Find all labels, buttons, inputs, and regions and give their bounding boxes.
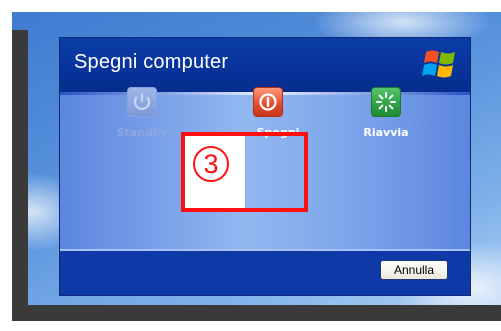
standby-button[interactable] <box>127 87 157 117</box>
restart-icon <box>376 92 396 112</box>
dialog-header: Spegni computer <box>60 38 470 92</box>
restart-label: Riavvia <box>363 126 409 139</box>
window-shadow-left <box>12 30 28 321</box>
dialog-title: Spegni computer <box>74 51 229 73</box>
cancel-button[interactable]: Annulla <box>380 260 448 280</box>
step-number-badge: 3 <box>193 146 229 182</box>
standby-option[interactable]: Standby <box>112 87 172 139</box>
power-icon <box>133 94 151 110</box>
window-shadow-bottom <box>12 305 501 321</box>
turn-off-button[interactable] <box>253 87 283 117</box>
windows-xp-flag-icon <box>422 50 455 78</box>
standby-label: Standby <box>116 126 168 139</box>
restart-button[interactable] <box>371 87 401 117</box>
power-off-icon <box>259 93 277 111</box>
restart-option[interactable]: Riavvia <box>355 87 417 139</box>
